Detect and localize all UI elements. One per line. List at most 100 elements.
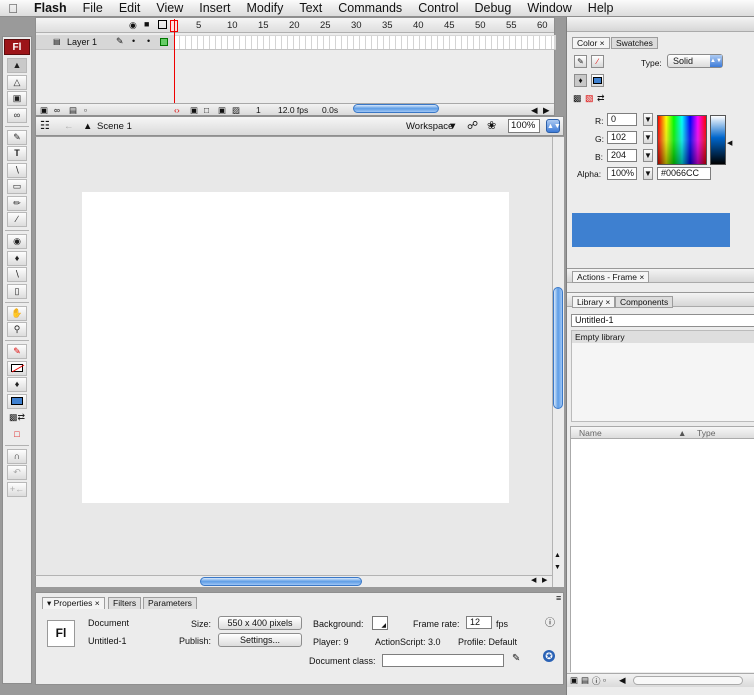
pencil-tool-icon[interactable]: ✏ (7, 195, 27, 211)
vertical-scrollbar[interactable]: ▲ ▼ (552, 137, 564, 587)
onion-markers-icon[interactable]: ▨ (232, 105, 240, 116)
hex-field[interactable]: #0066CC (657, 167, 711, 180)
edit-symbols-icon[interactable]: ❀ (487, 119, 496, 132)
new-symbol-icon[interactable]: ▣ (570, 675, 578, 686)
selection-tool-icon[interactable]: ▲ (7, 58, 27, 73)
tab-swatches[interactable]: Swatches (611, 37, 658, 49)
timeline-toggle-icon[interactable]: ☷ (40, 119, 50, 132)
workspace-menu[interactable]: Workspace (406, 121, 453, 132)
menu-debug[interactable]: Debug (466, 0, 519, 17)
onion-outline-icon[interactable]: □ (204, 105, 209, 115)
eyedropper-tool-icon[interactable]: ∖ (7, 267, 27, 282)
menu-edit[interactable]: Edit (111, 0, 149, 17)
menu-text[interactable]: Text (291, 0, 330, 17)
red-field[interactable]: 0 (607, 113, 637, 126)
trash-icon[interactable]: ▫ (84, 105, 87, 115)
alpha-dropdown-icon[interactable]: ▼ (643, 167, 653, 180)
zoom-dropdown-icon[interactable]: ▲▼ (546, 119, 561, 133)
outline-color-icon[interactable] (160, 38, 168, 46)
new-folder-icon[interactable]: ▤ (581, 675, 589, 686)
paint-bucket-tool-icon[interactable]: ♦ (7, 250, 27, 266)
tab-library[interactable]: Library × (572, 296, 616, 308)
stage-canvas[interactable] (82, 192, 509, 503)
motion-guide-icon[interactable]: ∞ (54, 105, 60, 115)
tab-components[interactable]: Components (615, 296, 674, 308)
scroll-left-icon[interactable]: ◀ (619, 675, 626, 686)
scroll-right-icon[interactable]: ▶ (543, 105, 550, 116)
onion-skin-icon[interactable]: ▣ (190, 105, 198, 116)
swap-colors-icon[interactable]: ▩⇄ (7, 410, 27, 425)
tab-actions-frame[interactable]: Actions - Frame × (572, 271, 650, 283)
timeline-scrollbar-thumb[interactable] (353, 104, 439, 113)
green-field[interactable]: 102 (607, 131, 637, 144)
frame-cells[interactable] (174, 36, 554, 49)
green-dropdown-icon[interactable]: ▼ (643, 131, 653, 144)
free-transform-tool-icon[interactable]: ▣ (7, 91, 27, 106)
color-spectrum[interactable] (657, 115, 707, 165)
black-white-icon[interactable]: ▩ (573, 93, 582, 104)
red-dropdown-icon[interactable]: ▼ (643, 113, 653, 126)
hand-tool-icon[interactable]: ✋ (7, 305, 27, 321)
frame-rate-field[interactable]: 12 (466, 616, 492, 629)
tab-parameters[interactable]: Parameters (143, 597, 197, 609)
center-frame-icon[interactable]: ‹› (174, 105, 180, 115)
vertical-scroll-thumb[interactable] (553, 287, 563, 409)
scene-name[interactable]: Scene 1 (97, 121, 132, 132)
back-arrow-icon[interactable]: ← (64, 121, 74, 132)
straighten-icon[interactable]: +← (7, 481, 27, 497)
properties-icon[interactable]: ⓘ (592, 675, 601, 687)
alpha-field[interactable]: 100% (607, 167, 637, 180)
tab-properties[interactable]: ▾ Properties × (42, 597, 105, 609)
accessibility-icon[interactable]: ✪ (543, 650, 555, 662)
edit-multiple-icon[interactable]: ▣ (218, 105, 226, 116)
stroke-none-icon[interactable]: ∕ (591, 55, 604, 68)
brightness-arrow-icon[interactable]: ◀ (727, 139, 732, 147)
menu-help[interactable]: Help (580, 0, 622, 17)
layer-name[interactable]: Layer 1 (67, 37, 97, 47)
edit-class-icon[interactable]: ✎ (512, 653, 520, 664)
smooth-icon[interactable]: ↶ (7, 465, 27, 480)
library-hscroll[interactable] (633, 676, 743, 685)
column-type[interactable]: Type (697, 428, 715, 438)
menu-modify[interactable]: Modify (239, 0, 292, 17)
blue-dropdown-icon[interactable]: ▼ (643, 149, 653, 162)
horizontal-scroll-thumb[interactable] (200, 577, 362, 586)
scroll-right-icon[interactable]: ▶ (542, 576, 547, 584)
eye-icon[interactable]: ◉ (129, 20, 137, 31)
scroll-left-icon[interactable]: ◀ (531, 576, 536, 584)
insert-layer-icon[interactable]: ▣ (40, 105, 48, 116)
menu-commands[interactable]: Commands (330, 0, 410, 17)
snap-to-objects-icon[interactable]: ∩ (7, 448, 27, 464)
panel-menu-icon[interactable]: ≡ (556, 593, 561, 603)
tab-filters[interactable]: Filters (108, 597, 142, 609)
no-color-icon[interactable]: □ (7, 427, 27, 442)
scroll-down-icon[interactable]: ▼ (554, 564, 561, 571)
ink-bottle-tool-icon[interactable]: ◉ (7, 234, 27, 249)
stroke-color-icon[interactable]: ✎ (574, 55, 587, 68)
line-tool-icon[interactable]: ∖ (7, 162, 27, 178)
fill-swatch-icon[interactable] (591, 74, 604, 87)
trash-icon[interactable]: ▫ (603, 675, 606, 685)
tab-color[interactable]: Color × (572, 37, 610, 49)
scroll-left-icon[interactable]: ◀ (531, 105, 538, 116)
menu-view[interactable]: View (148, 0, 191, 17)
stroke-swatch-icon[interactable] (7, 360, 27, 376)
type-select[interactable]: Solid ▲▼ (667, 54, 723, 68)
blue-field[interactable]: 204 (607, 149, 637, 162)
background-color-swatch[interactable]: ◢ (372, 616, 388, 630)
library-list[interactable] (570, 439, 754, 672)
stroke-color-icon[interactable]: ✎ (7, 344, 27, 359)
pen-tool-icon[interactable]: ✎ (7, 129, 27, 145)
zoom-field[interactable]: 100% (508, 119, 540, 133)
horizontal-scrollbar[interactable]: ◀ ▶ (35, 575, 552, 587)
library-document-select[interactable]: Untitled-1 (571, 314, 754, 327)
document-class-field[interactable] (382, 654, 504, 667)
rectangle-tool-icon[interactable]: ▭ (7, 179, 27, 194)
sort-arrow-icon[interactable]: ▲ (678, 428, 686, 438)
help-icon[interactable]: ⓘ (545, 614, 555, 629)
menu-file[interactable]: File (75, 0, 111, 17)
menu-app[interactable]: Flash (26, 0, 75, 17)
workspace-arrow-icon[interactable]: ▼ (448, 121, 457, 132)
settings-button[interactable]: Settings... (218, 633, 302, 647)
subselection-tool-icon[interactable]: △ (7, 74, 27, 90)
